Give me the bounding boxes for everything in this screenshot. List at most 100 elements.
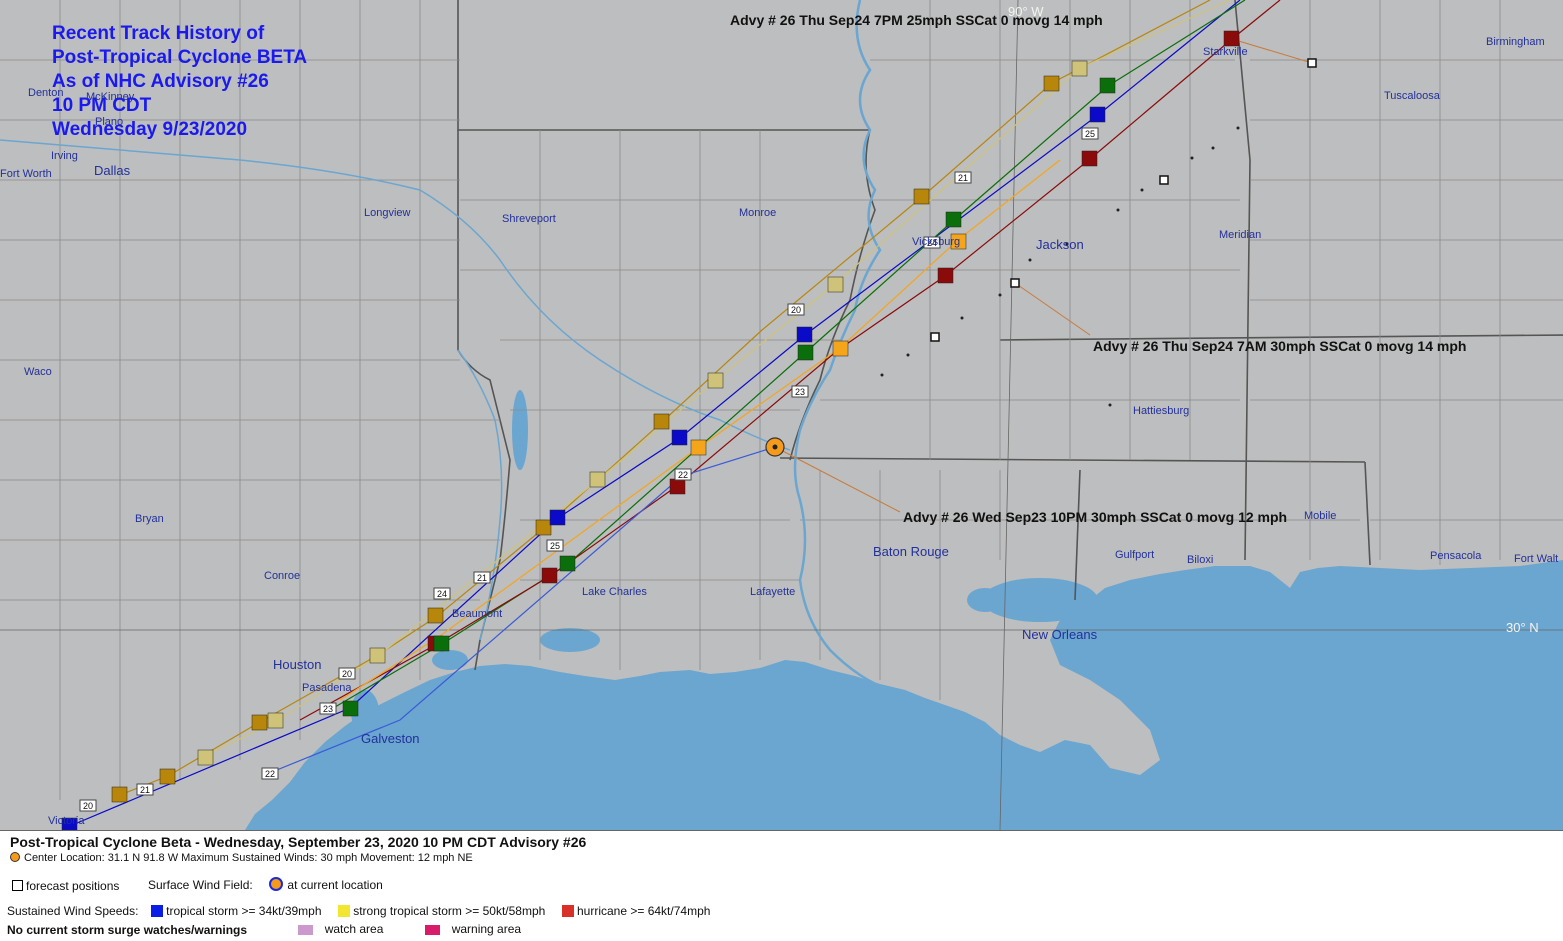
center-dot-icon	[10, 852, 20, 862]
marker-khaki	[369, 647, 386, 664]
lake-maurepas	[967, 588, 1003, 612]
legend-surface-wind-field: Surface Wind Field: at current location	[148, 877, 383, 892]
marker-khaki	[589, 471, 606, 488]
legend-headline: Post-Tropical Cyclone Beta - Wednesday, …	[10, 834, 587, 850]
title-line: Recent Track History of	[52, 23, 265, 44]
city-label-longview: Longview	[364, 207, 411, 219]
day-label: 20	[83, 801, 93, 811]
day-label: 23	[795, 387, 805, 397]
city-label-monroe: Monroe	[739, 207, 777, 219]
marker-green	[342, 700, 359, 717]
city-label-houston: Houston	[273, 657, 322, 672]
marker-gold	[159, 768, 176, 785]
legend-watch-area: watch area	[298, 922, 383, 936]
city-label-fort-worth: Fort Worth	[0, 168, 52, 180]
advisory-label-10pm: Advy # 26 Wed Sep23 10PM 30mph SSCat 0 m…	[903, 509, 1288, 525]
marker-green	[433, 635, 450, 652]
marker-orange	[832, 340, 849, 357]
marker-khaki	[707, 372, 724, 389]
marker-darkred	[937, 267, 954, 284]
marker-darkred	[1223, 30, 1240, 47]
ts-swatch-icon	[151, 905, 164, 917]
city-label-beaumont: Beaumont	[452, 608, 503, 620]
city-label-victoria: Victoria	[48, 815, 85, 827]
marker-khaki	[827, 276, 844, 293]
marker-green	[559, 555, 576, 572]
city-label-dallas: Dallas	[94, 163, 131, 178]
legend-warning-area: warning area	[425, 922, 521, 936]
current-center-marker	[765, 437, 785, 457]
legend-forecast-positions: forecast positions	[12, 879, 119, 893]
city-label-irving: Irving	[51, 150, 78, 162]
marker-gold	[913, 188, 930, 205]
advisory-label-7pm: Advy # 26 Thu Sep24 7PM 25mph SSCat 0 mo…	[730, 12, 1103, 28]
city-label-gulfport: Gulfport	[1115, 549, 1155, 561]
marker-blue	[1089, 106, 1106, 123]
city-label-fort-walton: Fort Walt	[1514, 553, 1559, 565]
bay-2	[432, 650, 468, 670]
marker-darkred	[1081, 150, 1098, 167]
day-label: 23	[323, 704, 333, 714]
marker-gold	[111, 786, 128, 803]
city-label-meridian: Meridian	[1219, 229, 1262, 241]
day-label: 25	[1085, 129, 1095, 139]
city-label-bryan: Bryan	[135, 513, 164, 525]
surface-wind-field-label: Surface Wind Field:	[148, 878, 253, 892]
city-label-birmingham: Birmingham	[1486, 36, 1545, 48]
city-label-mobile: Mobile	[1304, 510, 1337, 522]
title-line: Wednesday 9/23/2020	[52, 119, 248, 140]
day-label: 20	[791, 305, 801, 315]
city-label-plano: Plano	[95, 116, 124, 128]
bay-1	[540, 628, 600, 652]
legend-center-line: Center Location: 31.1 N 91.8 W Maximum S…	[10, 852, 473, 864]
ts-label: tropical storm >= 34kt/39mph	[166, 904, 322, 918]
day-label: 22	[265, 769, 275, 779]
map-title: Recent Track History of Post-Tropical Cy…	[52, 22, 307, 142]
marker-green	[797, 344, 814, 361]
city-label-jackson: Jackson	[1036, 237, 1084, 252]
sustained-wind-speeds-label: Sustained Wind Speeds:	[7, 904, 139, 918]
city-label-pasadena: Pasadena	[302, 682, 352, 694]
day-label: 21	[140, 785, 150, 795]
marker-blue	[671, 429, 688, 446]
day-label: 21	[958, 173, 968, 183]
city-label-galveston: Galveston	[361, 731, 420, 746]
city-label-waco: Waco	[24, 366, 52, 378]
marker-gold	[251, 714, 268, 731]
watch-area-label: watch area	[324, 922, 384, 936]
marker-khaki	[197, 749, 214, 766]
day-label: 21	[477, 573, 487, 583]
forecast-square-icon	[12, 880, 23, 891]
warning-area-label: warning area	[451, 922, 522, 936]
city-label-pensacola: Pensacola	[1430, 550, 1482, 562]
city-label-biloxi: Biloxi	[1187, 554, 1214, 566]
city-label-starkville: Starkville	[1203, 46, 1248, 58]
marker-blue	[796, 326, 813, 343]
city-label-new-orleans: New Orleans	[1022, 627, 1098, 642]
city-label-vicksburg: Vicksburg	[912, 236, 961, 248]
day-label: 24	[437, 589, 447, 599]
city-label-hattiesburg: Hattiesburg	[1133, 405, 1190, 417]
marker-green	[1099, 77, 1116, 94]
marker-green	[945, 211, 962, 228]
at-current-location-label: at current location	[287, 878, 383, 892]
day-label: 25	[550, 541, 560, 551]
warning-swatch-icon	[425, 925, 440, 935]
advisory-label-7am: Advy # 26 Thu Sep24 7AM 30mph SSCat 0 mo…	[1093, 338, 1467, 354]
city-label-lafayette: Lafayette	[750, 586, 796, 598]
marker-gold	[653, 413, 670, 430]
surge-note: No current storm surge watches/warnings	[7, 923, 248, 937]
hu-label: hurricane >= 64kt/74mph	[577, 904, 711, 918]
city-label-denton: Denton	[28, 87, 64, 99]
city-label-conroe: Conroe	[264, 570, 301, 582]
city-label-tuscaloosa: Tuscaloosa	[1384, 90, 1440, 102]
sts-swatch-icon	[338, 905, 351, 917]
hu-swatch-icon	[562, 905, 574, 917]
marker-darkred	[541, 567, 558, 584]
marker-darkred	[669, 478, 686, 495]
city-label-shreveport: Shreveport	[502, 213, 556, 225]
marker-gold	[1043, 75, 1060, 92]
city-label-lake-charles: Lake Charles	[582, 586, 647, 598]
marker-gold	[427, 607, 444, 624]
lat-label: 30° N	[1506, 620, 1539, 635]
